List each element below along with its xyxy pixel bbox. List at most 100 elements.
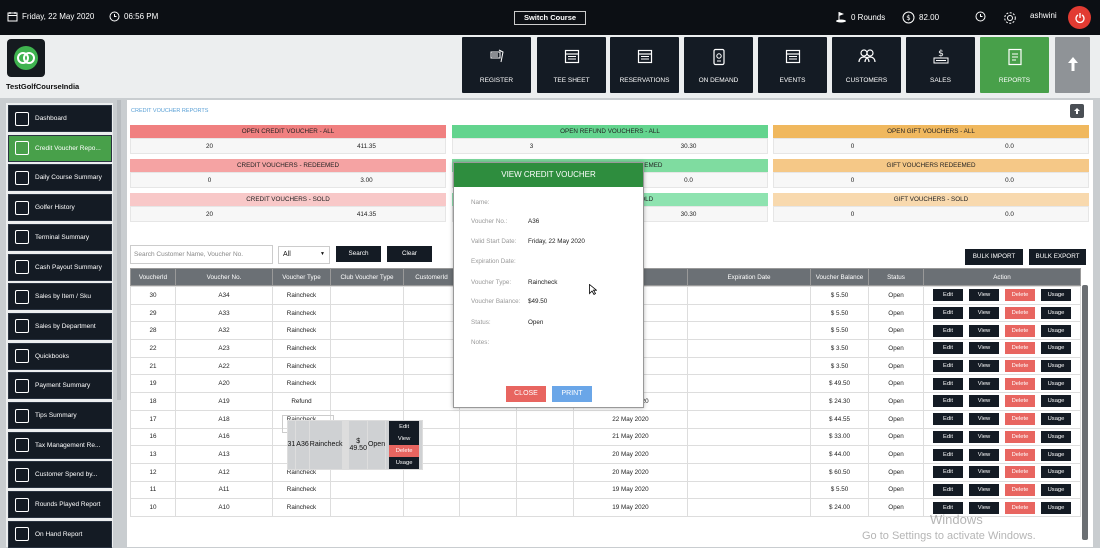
edit-button[interactable]: Edit <box>933 307 963 320</box>
nav-reports[interactable]: REPORTS <box>980 37 1049 93</box>
edit-button[interactable]: Edit <box>933 377 963 390</box>
table-row[interactable]: 12 A12 Raincheck 20 May 2020 $ 60.50 Open Edit… <box>130 462 1081 482</box>
bulk-import-button[interactable]: BULK IMPORT <box>965 249 1023 265</box>
usage-button[interactable]: Usage <box>1041 466 1071 479</box>
nav-tee-sheet[interactable]: TEE SHEET <box>537 37 606 93</box>
view-button[interactable]: View <box>389 432 420 445</box>
table-row[interactable]: 13A13Raincheck20 May 2020$ 44.00OpenEdit… <box>130 445 1081 464</box>
print-button[interactable]: PRINT <box>552 386 592 402</box>
delete-button[interactable]: Delete <box>1005 448 1035 461</box>
delete-button[interactable]: Delete <box>1005 289 1035 302</box>
delete-button[interactable]: Delete <box>1005 483 1035 496</box>
edit-button[interactable]: Edit <box>933 448 963 461</box>
view-button[interactable]: View <box>969 430 999 443</box>
search-input[interactable]: Search Customer Name, Voucher No. <box>130 245 273 264</box>
nav-events[interactable]: EVENTS <box>758 37 827 93</box>
usage-button[interactable]: Usage <box>1041 307 1071 320</box>
usage-button[interactable]: Usage <box>1041 342 1071 355</box>
edit-button[interactable]: Edit <box>933 289 963 302</box>
sidebar-item-payment-summary[interactable]: Payment Summary <box>8 372 112 400</box>
scroll-top-button[interactable] <box>1070 104 1084 118</box>
nav-customers[interactable]: CUSTOMERS <box>832 37 901 93</box>
nav-reservations[interactable]: RESERVATIONS <box>610 37 679 93</box>
edit-button[interactable]: Edit <box>933 430 963 443</box>
usage-button[interactable]: Usage <box>1041 448 1071 461</box>
nav-register[interactable]: REGISTER <box>462 37 531 93</box>
delete-button[interactable]: Delete <box>1005 430 1035 443</box>
history-button[interactable] <box>975 11 986 22</box>
sidebar-item-rounds-played-report[interactable]: Rounds Played Report <box>8 491 112 519</box>
view-button[interactable]: View <box>969 289 999 302</box>
view-button[interactable]: View <box>969 413 999 426</box>
switch-course-button[interactable]: Switch Course <box>514 11 586 25</box>
sidebar-item-quickbooks[interactable]: Quickbooks <box>8 342 112 370</box>
edit-button[interactable]: Edit <box>933 360 963 373</box>
clear-button[interactable]: Clear <box>387 246 432 262</box>
usage-button[interactable]: Usage <box>1041 483 1071 496</box>
delete-button[interactable]: Delete <box>1005 501 1035 514</box>
sidebar-item-tax-management-re[interactable]: Tax Management Re... <box>8 431 112 459</box>
usage-button[interactable]: Usage <box>1041 501 1071 514</box>
view-button[interactable]: View <box>969 342 999 355</box>
sidebar-item-sales-by-department[interactable]: Sales by Department <box>8 312 112 340</box>
table-row[interactable]: 16A16Raincheck21 May 2020$ 33.00OpenEdit… <box>130 427 1081 447</box>
edit-button[interactable]: Edit <box>933 395 963 408</box>
close-button[interactable]: CLOSE <box>506 386 546 402</box>
delete-button[interactable]: Delete <box>1005 324 1035 337</box>
delete-button[interactable]: Delete <box>1005 307 1035 320</box>
nav-sales[interactable]: $ SALES <box>906 37 975 93</box>
view-button[interactable]: View <box>969 324 999 337</box>
edit-button[interactable]: Edit <box>933 483 963 496</box>
edit-button[interactable]: Edit <box>933 466 963 479</box>
delete-button[interactable]: Delete <box>1005 395 1035 408</box>
table-row[interactable]: 31 A36 Raincheck $ 49.50 Open EditViewDeleteU… <box>281 414 424 470</box>
table-row[interactable]: 17A18Raincheck22 May 2020$ 44.55OpenEdit… <box>130 409 1081 429</box>
usage-button[interactable]: Usage <box>389 456 420 469</box>
sidebar-item-terminal-summary[interactable]: Terminal Summary <box>8 223 112 251</box>
sidebar-item-dashboard[interactable]: Dashboard <box>8 105 112 132</box>
view-button[interactable]: View <box>969 377 999 390</box>
usage-button[interactable]: Usage <box>1041 324 1071 337</box>
filter-select[interactable]: All ▼ <box>278 246 330 264</box>
bulk-export-button[interactable]: BULK EXPORT <box>1029 249 1086 265</box>
search-button[interactable]: Search <box>336 246 381 262</box>
sidebar-item-daily-course-summary[interactable]: Daily Course Summary <box>8 164 112 192</box>
usage-button[interactable]: Usage <box>1041 289 1071 302</box>
sidebar-item-customer-spend-by[interactable]: Customer Spend by... <box>8 461 112 489</box>
view-button[interactable]: View <box>969 448 999 461</box>
scroll-up-button[interactable] <box>1055 37 1090 93</box>
delete-button[interactable]: Delete <box>1005 360 1035 373</box>
logout-button[interactable] <box>1068 6 1091 29</box>
usage-button[interactable]: Usage <box>1041 377 1071 390</box>
delete-button[interactable]: Delete <box>389 444 420 457</box>
sidebar-item-golfer-history[interactable]: Golfer History <box>8 194 112 222</box>
edit-button[interactable]: Edit <box>933 413 963 426</box>
user-name[interactable]: ashwini <box>1030 11 1057 20</box>
table-scrollbar[interactable] <box>1082 285 1088 540</box>
view-button[interactable]: View <box>969 307 999 320</box>
settings-button[interactable] <box>1003 11 1017 25</box>
view-button[interactable]: View <box>969 360 999 373</box>
edit-button[interactable]: Edit <box>933 324 963 337</box>
delete-button[interactable]: Delete <box>1005 377 1035 390</box>
nav-on-demand[interactable]: ON DEMAND <box>684 37 753 93</box>
usage-button[interactable]: Usage <box>1041 413 1071 426</box>
delete-button[interactable]: Delete <box>1005 413 1035 426</box>
view-button[interactable]: View <box>969 466 999 479</box>
delete-button[interactable]: Delete <box>1005 342 1035 355</box>
usage-button[interactable]: Usage <box>1041 395 1071 408</box>
view-button[interactable]: View <box>969 483 999 496</box>
usage-button[interactable]: Usage <box>1041 430 1071 443</box>
delete-button[interactable]: Delete <box>1005 466 1035 479</box>
view-button[interactable]: View <box>969 395 999 408</box>
sidebar-scrollbar[interactable] <box>117 100 121 400</box>
usage-button[interactable]: Usage <box>1041 360 1071 373</box>
sidebar-item-sales-by-item-sku[interactable]: Sales by Item / Sku <box>8 283 112 311</box>
edit-button[interactable]: Edit <box>933 342 963 355</box>
table-row[interactable]: 11 A11 Raincheck 19 May 2020 $ 5.50 Open Edit V… <box>130 480 1081 500</box>
sidebar-item-cash-payout-summary[interactable]: Cash Payout Summary <box>8 253 112 281</box>
sidebar-item-tips-summary[interactable]: Tips Summary <box>8 402 112 429</box>
edit-button[interactable]: Edit <box>389 420 420 433</box>
sidebar-item-credit-voucher-repo[interactable]: Credit Voucher Repo... <box>8 134 112 162</box>
sidebar-item-on-hand-report[interactable]: On Hand Report <box>8 520 112 548</box>
